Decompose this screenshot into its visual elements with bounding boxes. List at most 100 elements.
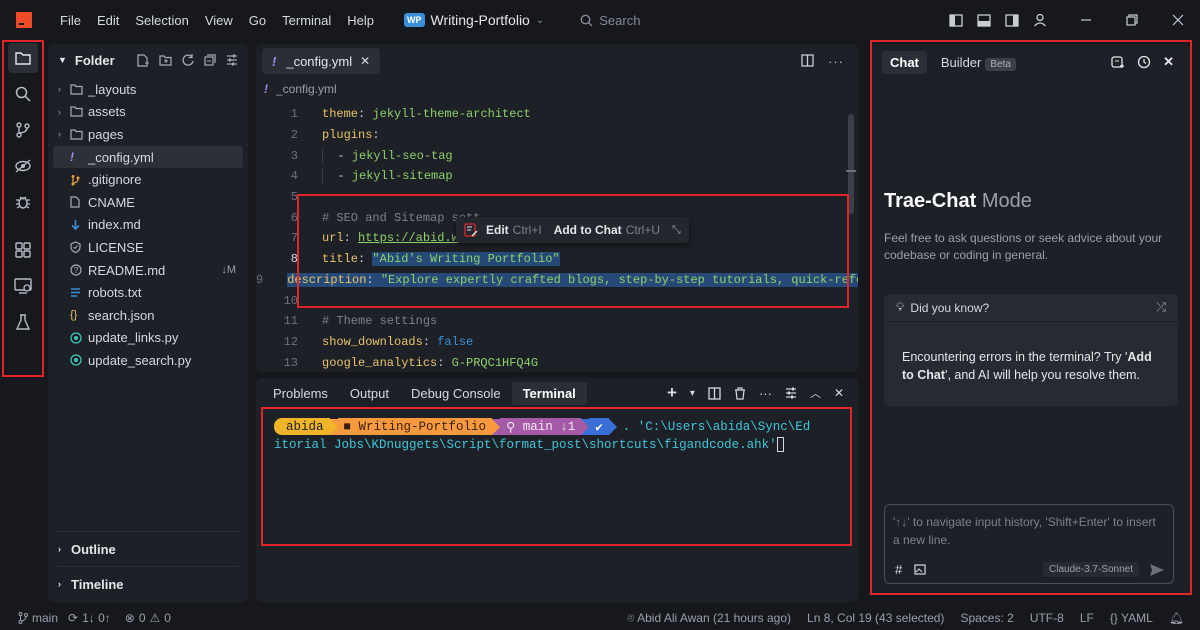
chevron-down-icon[interactable]: ▾ xyxy=(690,388,695,399)
menu-help[interactable]: Help xyxy=(339,13,382,28)
scrollbar-marker xyxy=(846,170,856,172)
new-terminal-icon[interactable]: + xyxy=(667,383,677,403)
image-attach-icon[interactable] xyxy=(914,564,926,575)
tree-item-pages[interactable]: › pages xyxy=(48,123,248,146)
collapse-all-icon[interactable] xyxy=(204,53,216,66)
new-folder-icon[interactable] xyxy=(159,54,172,66)
edit-action[interactable]: Edit xyxy=(486,223,509,237)
add-to-chat-action[interactable]: Add to Chat xyxy=(554,223,622,237)
testing-flask-icon[interactable] xyxy=(0,304,46,340)
history-icon[interactable] xyxy=(1137,55,1151,69)
maximize-panel-icon[interactable]: ︿ xyxy=(810,385,821,401)
chevron-right-icon: › xyxy=(58,579,61,589)
file-tree: › _layouts › assets › pages ! _config.yml .g… xyxy=(48,76,248,372)
tab-terminal[interactable]: Terminal xyxy=(511,381,587,405)
collapse-arrows-icon[interactable]: ⤡ xyxy=(672,224,681,237)
extensions-icon[interactable] xyxy=(0,232,46,268)
terminal-output[interactable]: abida ■ Writing-Portfolio ⚲ main ↓1 ✔ . … xyxy=(256,408,858,453)
chat-input[interactable]: '↑↓' to navigate input history, 'Shift+E… xyxy=(884,504,1174,584)
chevron-down-icon: ⌄ xyxy=(535,14,545,26)
explorer-icon[interactable] xyxy=(0,40,46,76)
more-actions-icon[interactable]: ··· xyxy=(759,386,772,401)
sync-icon[interactable]: ⟳ xyxy=(68,611,78,625)
project-switcher[interactable]: WP Writing-Portfolio ⌄ xyxy=(404,12,544,28)
notifications-bell-icon[interactable]: 🔔︎ xyxy=(1169,611,1184,625)
branch-name[interactable]: main xyxy=(32,611,58,625)
error-icon[interactable]: ⊗ xyxy=(125,611,135,625)
menu-terminal[interactable]: Terminal xyxy=(274,13,339,28)
restore-icon[interactable] xyxy=(1118,0,1146,40)
tab-output[interactable]: Output xyxy=(339,382,400,405)
outline-section[interactable]: › Outline xyxy=(48,534,248,564)
encoding[interactable]: UTF-8 xyxy=(1030,611,1064,625)
more-actions-icon[interactable]: ··· xyxy=(828,54,844,69)
tree-item-assets[interactable]: › assets xyxy=(48,101,248,124)
tree-item-search-json[interactable]: {} search.json xyxy=(48,304,248,327)
tab-chat[interactable]: Chat xyxy=(882,50,927,74)
tree-item-cname[interactable]: CNAME xyxy=(48,191,248,214)
remote-window-icon[interactable] xyxy=(0,268,46,304)
menu-file[interactable]: File xyxy=(52,13,89,28)
error-count[interactable]: 0 xyxy=(139,611,146,625)
filter-settings-icon[interactable] xyxy=(226,54,238,66)
search-input[interactable]: Search xyxy=(580,13,640,28)
search-icon[interactable] xyxy=(0,76,46,112)
tree-item-index-md[interactable]: index.md xyxy=(48,214,248,237)
toggle-left-sidebar-icon[interactable] xyxy=(942,0,970,40)
end-of-line[interactable]: LF xyxy=(1080,611,1094,625)
tree-item-label: README.md xyxy=(88,262,166,278)
source-control-icon[interactable] xyxy=(0,112,46,148)
explorer-header[interactable]: ▼ Folder xyxy=(48,44,248,76)
new-chat-icon[interactable] xyxy=(1111,55,1125,69)
tab-problems[interactable]: Problems xyxy=(262,382,339,405)
trash-icon[interactable] xyxy=(734,386,746,400)
menu-edit[interactable]: Edit xyxy=(89,13,127,28)
terminal-settings-icon[interactable] xyxy=(785,387,797,399)
indentation[interactable]: Spaces: 2 xyxy=(960,611,1013,625)
tree-item-readme[interactable]: ? README.md ↓M xyxy=(48,259,248,282)
tree-item-robots[interactable]: robots.txt xyxy=(48,281,248,304)
sync-status[interactable]: 1↓ 0↑ xyxy=(82,611,111,625)
tree-item-license[interactable]: LICENSE xyxy=(48,236,248,259)
split-terminal-icon[interactable] xyxy=(708,386,721,400)
close-tab-icon[interactable]: ✕ xyxy=(360,54,370,68)
tab-builder[interactable]: Builder Beta xyxy=(933,51,1024,74)
menu-go[interactable]: Go xyxy=(241,13,274,28)
minimize-icon[interactable] xyxy=(1072,0,1100,40)
hash-context-icon[interactable]: # xyxy=(895,562,902,577)
new-file-icon[interactable] xyxy=(137,53,149,67)
tree-item-update-search[interactable]: update_search.py xyxy=(48,349,248,372)
title-bar: File Edit Selection View Go Terminal Hel… xyxy=(0,0,1200,40)
tab-debug-console[interactable]: Debug Console xyxy=(400,382,512,405)
close-icon[interactable]: ✕ xyxy=(1163,54,1174,70)
warning-icon[interactable]: ⚠ xyxy=(150,611,161,625)
toggle-right-sidebar-icon[interactable] xyxy=(998,0,1026,40)
tree-item-update-links[interactable]: update_links.py xyxy=(48,327,248,350)
close-panel-icon[interactable]: ✕ xyxy=(834,386,844,400)
remote-explorer-icon[interactable] xyxy=(0,148,46,184)
prompt-branch: ⚲ main ↓1 xyxy=(500,418,582,435)
editor-tab-config[interactable]: ! _config.yml ✕ xyxy=(262,48,381,74)
tree-item-layouts[interactable]: › _layouts xyxy=(48,78,248,101)
send-icon[interactable] xyxy=(1149,563,1165,577)
tree-item-config-yml[interactable]: ! _config.yml xyxy=(53,145,243,169)
editor-scrollbar[interactable] xyxy=(848,114,854,214)
debug-icon[interactable] xyxy=(0,184,46,220)
split-editor-icon[interactable] xyxy=(801,53,814,67)
git-blame[interactable]: ⌾ Abid Ali Awan (21 hours ago) xyxy=(627,611,791,626)
model-selector[interactable]: Claude-3.7-Sonnet xyxy=(1043,562,1139,577)
account-icon[interactable] xyxy=(1026,0,1054,40)
toggle-panel-icon[interactable] xyxy=(970,0,998,40)
warning-count[interactable]: 0 xyxy=(164,611,171,625)
menu-selection[interactable]: Selection xyxy=(127,13,196,28)
shuffle-icon[interactable]: ⤮ xyxy=(1156,300,1166,315)
menu-view[interactable]: View xyxy=(197,13,241,28)
close-window-icon[interactable] xyxy=(1164,0,1192,40)
cursor-position[interactable]: Ln 8, Col 19 (43 selected) xyxy=(807,611,944,625)
language-mode[interactable]: {} YAML xyxy=(1110,611,1153,625)
tree-item-gitignore[interactable]: .gitignore xyxy=(48,168,248,191)
timeline-section[interactable]: › Timeline xyxy=(48,569,248,599)
info-icon: ? xyxy=(70,264,88,276)
breadcrumb-file[interactable]: _config.yml xyxy=(276,82,337,96)
refresh-icon[interactable] xyxy=(182,53,194,66)
